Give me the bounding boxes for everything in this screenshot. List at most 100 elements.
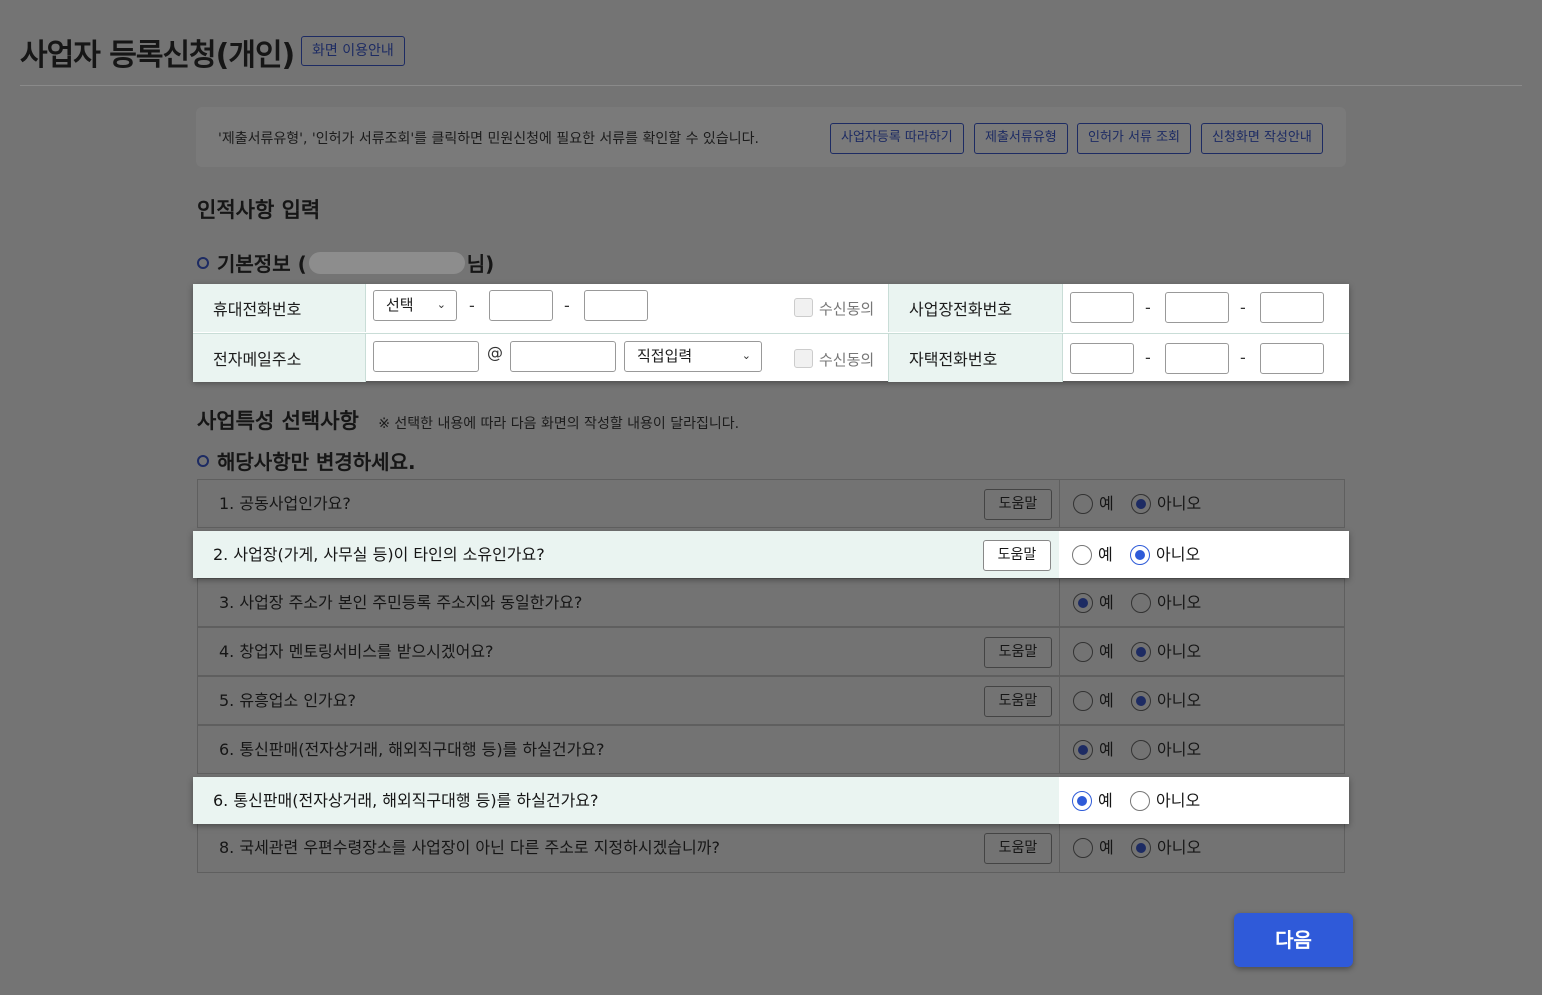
email-consent-label: 수신동의 [819,351,875,369]
help-button[interactable]: 도움말 [984,686,1052,717]
home-phone-cell: - - [1062,334,1349,382]
column-divider [1059,677,1060,724]
yes-radio[interactable] [1073,593,1093,613]
question-text: 5. 유흥업소 인가요? [219,691,356,710]
yes-label: 예 [1098,791,1113,810]
help-button[interactable]: 도움말 [983,540,1051,571]
no-label: 아니오 [1156,545,1201,564]
contact-row-1: 휴대전화번호 선택 ⌄ - - 수신동의 사업장전화번호 - - [193,284,1349,332]
title-divider [20,85,1522,86]
biz-phone-label: 사업장전화번호 [888,284,1062,332]
no-radio[interactable] [1131,593,1151,613]
email-cell: @ 직접입력 ⌄ 수신동의 [365,334,888,382]
column-divider [1059,824,1060,872]
dash: - [564,296,570,315]
no-radio[interactable] [1131,740,1151,760]
mobile-prefix-select[interactable]: 선택 ⌄ [373,290,457,321]
no-radio[interactable] [1131,691,1151,711]
column-divider [1059,726,1060,773]
dash: - [1145,348,1151,367]
yes-label: 예 [1099,642,1114,661]
contact-row-2: 전자메일주소 @ 직접입력 ⌄ 수신동의 자택전화번호 - - [193,333,1349,382]
yes-label: 예 [1099,494,1114,513]
question-table: 1. 공동사업인가요? 도움말 예 아니오 2. 사업장(가게, 사무실 등)이 타인의… [193,479,1349,873]
ring-bullet-icon [197,256,209,269]
home-phone-middle-input[interactable] [1165,343,1229,374]
email-domain-select[interactable]: 직접입력 ⌄ [624,341,762,372]
question-row: 2. 사업장(가게, 사무실 등)이 타인의 소유인가요? 도움말 예 아니오 [193,531,1349,578]
no-label: 아니오 [1156,791,1201,810]
screen-guide-button[interactable]: 화면 이용안내 [301,36,405,66]
basic-info-prefix: 기본정보 ( [217,252,307,276]
contact-table: 휴대전화번호 선택 ⌄ - - 수신동의 사업장전화번호 - - 전자메일주소 … [193,284,1349,382]
mobile-prefix-value: 선택 [386,296,414,314]
help-button[interactable]: 도움말 [984,489,1052,520]
business-heading-text: 사업특성 선택사항 [197,409,359,433]
mobile-middle-input[interactable] [489,290,553,321]
yes-radio[interactable] [1073,642,1093,662]
no-label: 아니오 [1157,642,1202,661]
help-button[interactable]: 도움말 [984,833,1052,864]
application-guide-button[interactable]: 신청화면 작성안내 [1201,123,1323,154]
business-registration-guide-button[interactable]: 사업자등록 따라하기 [830,123,964,154]
question-text: 6. 통신판매(전자상거래, 해외직구대행 등)를 하실건가요? [219,740,605,759]
question-text: 4. 창업자 멘토링서비스를 받으시겠어요? [219,642,494,661]
chevron-down-icon: ⌄ [436,298,446,311]
mobile-consent-label: 수신동의 [819,300,875,318]
ring-bullet-icon [197,454,209,467]
biz-phone-last-input[interactable] [1260,292,1324,323]
biz-phone-area-input[interactable] [1070,292,1134,323]
permit-document-lookup-button[interactable]: 인허가 서류 조회 [1077,123,1191,154]
yes-radio[interactable] [1073,691,1093,711]
dash: - [1145,298,1151,317]
email-domain-input[interactable] [510,341,616,372]
yes-label: 예 [1099,691,1114,710]
yes-radio[interactable] [1073,740,1093,760]
yes-label: 예 [1098,545,1113,564]
biz-phone-middle-input[interactable] [1165,292,1229,323]
question-row: 5. 유흥업소 인가요? 도움말 예 아니오 [197,676,1345,725]
question-row: 8. 국세관련 우편수령장소를 사업장이 아닌 다른 주소로 지정하시겠습니까?… [197,823,1345,873]
mobile-cell: 선택 ⌄ - - 수신동의 [365,284,888,332]
yes-label: 예 [1099,740,1114,759]
email-id-input[interactable] [373,341,479,372]
column-divider [1059,628,1060,675]
next-button[interactable]: 다음 [1234,913,1353,967]
home-phone-area-input[interactable] [1070,343,1134,374]
email-consent-checkbox[interactable] [794,349,813,368]
yes-radio[interactable] [1073,838,1093,858]
no-label: 아니오 [1157,740,1202,759]
mobile-consent-checkbox[interactable] [794,298,813,317]
question-row: 6. 통신판매(전자상거래, 해외직구대행 등)를 하실건가요? 예 아니오 [193,777,1349,824]
business-sub-heading: 해당사항만 변경하세요. [197,446,416,475]
no-label: 아니오 [1157,593,1202,612]
column-divider [1059,480,1060,527]
business-note: ※ 선택한 내용에 따라 다음 화면의 작성할 내용이 달라집니다. [378,416,740,432]
dash: - [1240,298,1246,317]
page-title: 사업자 등록신청(개인) [20,38,295,73]
yes-radio[interactable] [1072,791,1092,811]
yes-label: 예 [1099,838,1114,857]
mobile-last-input[interactable] [584,290,648,321]
home-phone-label: 자택전화번호 [888,334,1062,382]
document-type-button[interactable]: 제출서류유형 [974,123,1068,154]
question-row: 4. 창업자 멘토링서비스를 받으시겠어요? 도움말 예 아니오 [197,627,1345,676]
no-radio[interactable] [1131,642,1151,662]
home-phone-last-input[interactable] [1260,343,1324,374]
no-radio[interactable] [1131,494,1151,514]
no-radio[interactable] [1130,791,1150,811]
personal-info-heading: 인적사항 입력 [197,198,321,222]
info-text: '제출서류유형', '인허가 서류조회'를 클릭하면 민원신청에 필요한 서류를… [218,131,759,147]
question-row: 6. 통신판매(전자상거래, 해외직구대행 등)를 하실건가요? 예 아니오 [197,725,1345,774]
yes-label: 예 [1099,593,1114,612]
no-radio[interactable] [1130,545,1150,565]
no-radio[interactable] [1131,838,1151,858]
business-heading: 사업특성 선택사항 ※ 선택한 내용에 따라 다음 화면의 작성할 내용이 달라… [197,405,739,435]
basic-info-suffix: 님) [466,252,495,276]
help-button[interactable]: 도움말 [984,637,1052,668]
no-label: 아니오 [1157,838,1202,857]
chevron-down-icon: ⌄ [741,349,751,362]
yes-radio[interactable] [1072,545,1092,565]
mobile-label: 휴대전화번호 [193,284,365,332]
yes-radio[interactable] [1073,494,1093,514]
